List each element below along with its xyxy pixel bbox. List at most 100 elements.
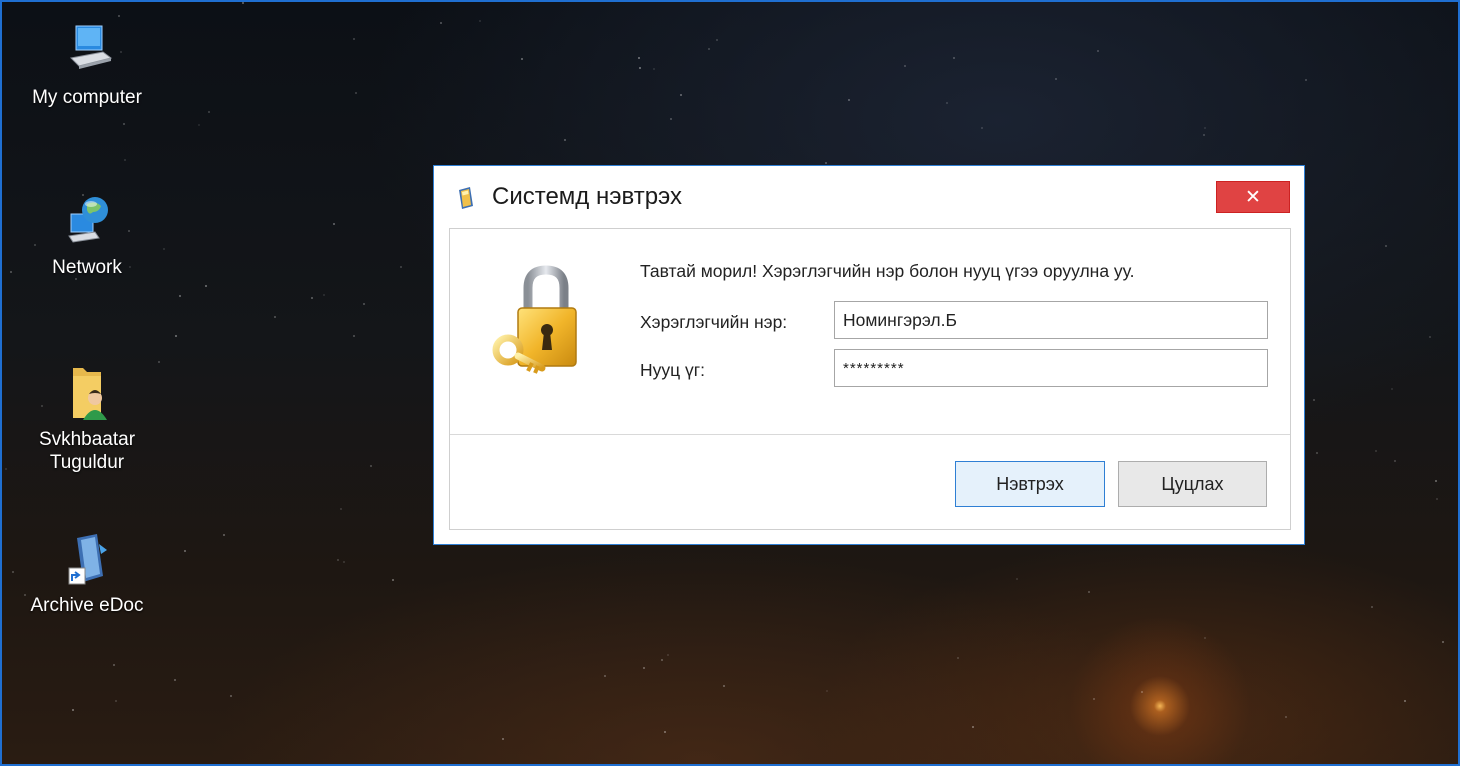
star [826, 690, 828, 692]
star [1097, 50, 1099, 52]
star [115, 700, 117, 702]
divider [450, 434, 1290, 435]
star [667, 654, 669, 656]
network-globe-icon [59, 192, 115, 252]
star [175, 335, 177, 337]
star [1204, 127, 1206, 129]
star [904, 65, 906, 67]
star [230, 695, 232, 697]
password-input[interactable] [834, 349, 1268, 387]
star [1088, 591, 1090, 593]
star [392, 579, 394, 581]
star [946, 102, 948, 104]
star [184, 550, 186, 552]
star [639, 67, 641, 69]
star [223, 534, 225, 536]
desktop-icon-label-line2: Tuguldur [49, 452, 125, 473]
star [1204, 637, 1206, 639]
star [333, 223, 335, 225]
star [363, 303, 365, 305]
star [353, 335, 355, 337]
desktop-icon-my-computer[interactable]: My computer [12, 22, 162, 109]
desktop-icon-network[interactable]: Network [12, 192, 162, 279]
star [1305, 79, 1307, 81]
cancel-button[interactable]: Цуцлах [1118, 461, 1267, 507]
username-input[interactable] [834, 301, 1268, 339]
star [1316, 452, 1318, 454]
star [118, 15, 120, 17]
star [502, 738, 504, 740]
star [440, 22, 442, 24]
welcome-message: Тавтай морил! Хэрэглэгчийн нэр болон нуу… [640, 261, 1135, 281]
star [1429, 336, 1431, 338]
login-dialog: Системд нэвтрэх ✕ Тавтай морил! Хэрэглэг… [433, 165, 1305, 545]
login-button[interactable]: Нэвтрэх [955, 461, 1105, 507]
star [0, 368, 2, 370]
star [981, 127, 983, 129]
star [670, 118, 672, 120]
star [1371, 606, 1373, 608]
star [355, 92, 357, 94]
star [1285, 716, 1287, 718]
star [370, 465, 372, 467]
password-label: Нууц үг: [640, 360, 706, 380]
star [158, 361, 160, 363]
desktop-icon-user-folder[interactable]: Svkhbaatar Tuguldur [12, 364, 162, 474]
archive-shortcut-icon [59, 530, 115, 590]
star [479, 20, 481, 22]
star [72, 709, 74, 711]
star [179, 295, 181, 297]
star [825, 162, 827, 164]
desktop-icon-label: Network [52, 257, 122, 278]
lock-key-icon [488, 264, 588, 376]
close-button[interactable]: ✕ [1216, 181, 1290, 213]
star [953, 57, 955, 59]
username-label: Хэрэглэгчийн нэр: [640, 312, 788, 332]
star [564, 139, 566, 141]
star [638, 57, 640, 59]
star [353, 38, 355, 40]
user-folder-icon [59, 364, 115, 424]
computer-icon [59, 22, 115, 82]
star [1394, 460, 1396, 462]
star [337, 559, 339, 561]
star [242, 2, 244, 4]
star [208, 111, 210, 113]
star [5, 468, 7, 470]
star [340, 508, 342, 510]
star [1442, 641, 1444, 643]
star [661, 659, 663, 661]
star [643, 667, 645, 669]
star [1093, 698, 1095, 700]
star [1141, 691, 1143, 693]
star [113, 664, 115, 666]
star [411, 0, 413, 2]
app-icon [456, 186, 476, 210]
star [1385, 245, 1387, 247]
star [604, 675, 606, 677]
star [1055, 78, 1057, 80]
star [848, 99, 850, 101]
star [400, 266, 402, 268]
desktop-icon-label: My computer [32, 87, 142, 108]
star [653, 68, 655, 70]
star [1436, 498, 1438, 500]
desktop-icon-archive-edoc[interactable]: Archive eDoc [12, 530, 162, 617]
star [664, 731, 666, 733]
star [1313, 399, 1315, 401]
star [311, 297, 313, 299]
star [205, 285, 207, 287]
dialog-titlebar[interactable]: Системд нэвтрэх ✕ [434, 166, 1304, 224]
desktop-background: My computer Network Svkhbaatar Tuguldur … [0, 0, 1460, 766]
star [163, 248, 165, 250]
star [972, 726, 974, 728]
star [1016, 578, 1018, 580]
star [124, 159, 126, 161]
desktop-icon-label: Archive eDoc [30, 595, 144, 616]
star [123, 123, 125, 125]
star [957, 657, 959, 659]
star [343, 561, 345, 563]
star [1435, 480, 1437, 482]
login-form: Тавтай морил! Хэрэглэгчийн нэр болон нуу… [450, 229, 1290, 434]
star [708, 48, 710, 50]
